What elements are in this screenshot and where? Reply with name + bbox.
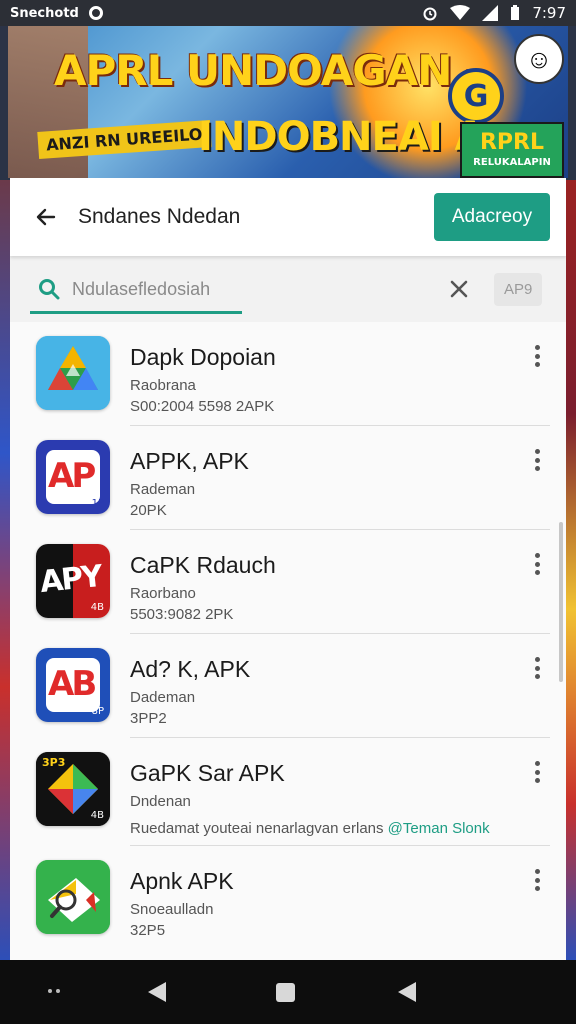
app-icon-label: APY <box>38 558 103 601</box>
app-description: Ruedamat youteai nenarlagvan erlans <box>130 820 384 837</box>
app-meta: Ruedamat youteai nenarlagvan erlans @Tem… <box>130 820 490 837</box>
app-developer: Dndenan <box>130 793 191 810</box>
app-name: Apnk APK <box>130 868 234 894</box>
search-bar: Ndulasefledosiah AP9 <box>10 256 566 322</box>
clear-search-icon[interactable] <box>448 278 470 300</box>
banner-badge: RPRL RELUKALAPIN <box>460 122 564 178</box>
list-item[interactable]: Apnk APK Snoeaulladn 32P5 <box>10 846 566 950</box>
nav-menu-dots-icon[interactable] <box>48 989 60 993</box>
app-icon-label: 3P3 <box>42 756 66 769</box>
app-icon-sub: 4B <box>90 810 104 821</box>
banner-badge-bottom: RELUKALAPIN <box>473 157 551 168</box>
app-icon-label: AB <box>48 664 97 704</box>
app-icon-sub: 8P <box>91 706 104 717</box>
list-item[interactable]: 3P3 4B GaPK Sar APK Dndenan Ruedamat you… <box>10 738 566 846</box>
page-title: Sndanes Ndedan <box>78 205 241 228</box>
app-icon-sub: 1P <box>91 498 104 509</box>
app-developer: Raorbano <box>130 585 196 602</box>
battery-icon <box>511 5 520 20</box>
list-item[interactable]: AP 1P APPK, APK Rademan 20PK <box>10 426 566 530</box>
more-options-icon[interactable] <box>528 866 546 894</box>
search-icon <box>39 279 60 300</box>
app-name: CaPK Rdauch <box>130 552 276 578</box>
app-icon-search-doc <box>36 860 110 934</box>
more-options-icon[interactable] <box>528 654 546 682</box>
search-input[interactable]: Ndulasefledosiah <box>30 265 480 313</box>
wifi-icon <box>450 5 471 20</box>
more-options-icon[interactable] <box>528 758 546 786</box>
banner-title-line1: APRL UNDOAGAN - <box>54 46 482 95</box>
search-document-icon <box>36 860 110 934</box>
app-name: GaPK Sar APK <box>130 760 285 786</box>
app-meta: 32P5 <box>130 922 166 939</box>
list-item[interactable]: Dapk Dopoian Raobrana S00:2004 5598 2APK <box>10 322 566 426</box>
app-developer: Raobrana <box>130 377 196 394</box>
scrollbar[interactable] <box>559 522 563 682</box>
back-button[interactable] <box>32 203 60 231</box>
banner-title-line2: INDOBNEAI A <box>198 114 486 160</box>
app-meta: S00:2004 5598 2APK <box>130 398 275 415</box>
alarm-icon <box>423 7 437 21</box>
more-options-icon[interactable] <box>528 342 546 370</box>
nav-home-icon[interactable] <box>276 983 295 1002</box>
nav-back-icon[interactable] <box>148 982 166 1002</box>
list-item[interactable]: APY 4B CaPK Rdauch Raorbano 5503:9082 2P… <box>10 530 566 634</box>
more-options-icon[interactable] <box>528 446 546 474</box>
app-name: Ad? K, APK <box>130 656 251 682</box>
app-icon-colorful: 3P3 4B <box>36 752 110 826</box>
banner-badge-top: RPRL <box>479 130 545 155</box>
app-developer: Dademan <box>130 689 196 706</box>
app-developer: Rademan <box>130 481 196 498</box>
app-tag-link[interactable]: @Teman Slonk <box>388 820 490 837</box>
signal-icon <box>482 5 499 21</box>
clock: 7:97 <box>532 4 566 22</box>
app-name: Dapk Dopoian <box>130 344 276 370</box>
app-bar: Sndanes Ndedan Adacreoy <box>10 178 566 256</box>
system-nav-bar <box>0 960 576 1024</box>
app-name: APPK, APK <box>130 448 249 474</box>
drive-triangle-icon <box>36 336 110 410</box>
more-options-icon[interactable] <box>528 550 546 578</box>
app-icon-label: AP <box>48 456 96 496</box>
app-meta: 20PK <box>130 502 167 519</box>
app-icon-sub: 4B <box>90 602 104 613</box>
back-arrow-icon <box>36 208 56 226</box>
app-icon-ap: AP 1P <box>36 440 110 514</box>
app-icon-ab: AB 8P <box>36 648 110 722</box>
banner-mascot-avatar: ☺ <box>514 34 564 84</box>
install-button[interactable]: Adacreoy <box>434 193 550 241</box>
status-bar: Snechotd 7:97 <box>0 0 576 26</box>
filter-chip[interactable]: AP9 <box>494 272 543 306</box>
carrier-label: Snechotd <box>10 5 79 21</box>
app-icon-apy: APY 4B <box>36 544 110 618</box>
app-meta: 3PP2 <box>130 710 167 727</box>
notification-ring-icon <box>88 6 103 20</box>
app-list-card: Sndanes Ndedan Adacreoy Ndulasefledosiah… <box>10 178 566 960</box>
app-developer: Snoeaulladn <box>130 901 214 918</box>
nav-recent-icon[interactable] <box>398 982 416 1002</box>
promo-banner[interactable]: APRL UNDOAGAN - G ☺ ANZI RN UREEILO INDO… <box>8 26 568 178</box>
app-meta: 5503:9082 2PK <box>130 606 234 623</box>
app-icon-drive <box>36 336 110 410</box>
search-query: Ndulasefledosiah <box>72 278 211 299</box>
list-item[interactable]: AB 8P Ad? K, APK Dademan 3PP2 <box>10 634 566 738</box>
search-focus-underline <box>30 311 242 314</box>
